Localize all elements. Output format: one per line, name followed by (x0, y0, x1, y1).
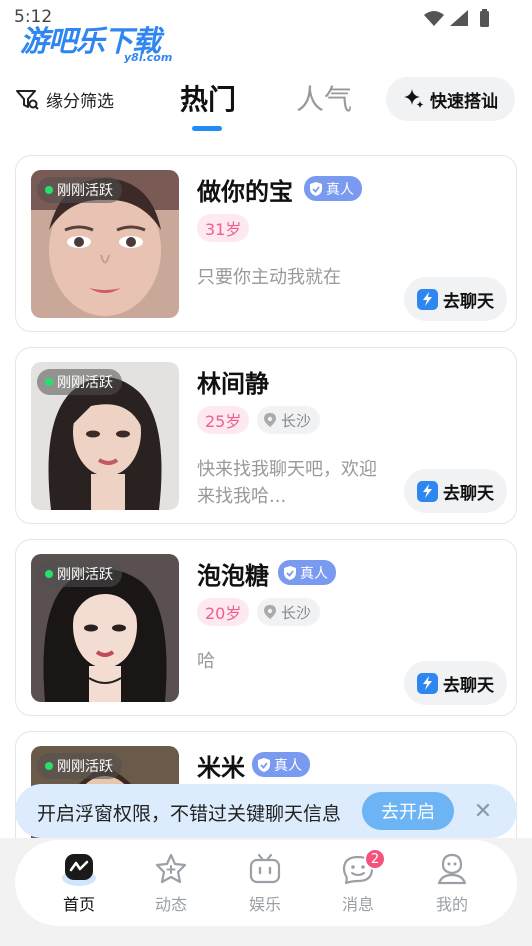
nav-item-feed[interactable]: 动态 (136, 852, 206, 918)
go-chat-button[interactable]: 去聊天 (404, 277, 507, 321)
shield-icon (258, 757, 270, 772)
active-status-badge: 刚刚活跃 (37, 561, 122, 587)
nav-label-home: 首页 (62, 895, 95, 914)
tab-popular[interactable]: 人气 (296, 78, 352, 118)
quick-chat-label: 快速搭讪 (430, 91, 498, 112)
online-dot (45, 378, 53, 386)
watermark-sub: y8l.com (124, 51, 173, 64)
user-card[interactable]: 刚刚活跃 做你的宝 真人 31岁 只要你主动我就在 去聊天 (15, 155, 517, 332)
online-dot (45, 570, 53, 578)
nav-item-home[interactable]: 首页 (44, 852, 114, 918)
age-badge: 20岁 (197, 598, 250, 626)
enable-button[interactable]: 去开启 (362, 792, 454, 830)
active-status-badge: 刚刚活跃 (37, 369, 122, 395)
tv-icon (247, 852, 283, 886)
verified-badge: 真人 (304, 176, 362, 201)
user-card[interactable]: 刚刚活跃 泡泡糖 真人 20岁 长沙 哈 去聊天 (15, 539, 517, 716)
age-badge: 31岁 (197, 214, 250, 242)
filter-button[interactable]: 缘分筛选 (14, 84, 114, 114)
user-photo: 刚刚活跃 (31, 362, 179, 510)
user-photo: 刚刚活跃 (31, 170, 179, 318)
nav-item-messages[interactable]: 2 消息 (323, 848, 393, 918)
active-status-badge: 刚刚活跃 (37, 753, 122, 779)
sparkle-icon (404, 89, 424, 108)
lightning-chat-icon (417, 288, 438, 310)
nav-item-entertainment[interactable]: 娱乐 (230, 852, 300, 918)
city-badge: 长沙 (257, 406, 321, 434)
user-photo: 刚刚活跃 (31, 554, 179, 702)
signal-battery-icon (424, 9, 489, 27)
nav-label-feed: 动态 (154, 895, 187, 914)
active-status-label: 刚刚活跃 (57, 759, 113, 775)
top-nav: 缘分筛选 热门 人气 快速搭讪 (0, 70, 532, 134)
verified-badge: 真人 (278, 560, 336, 585)
city-badge: 长沙 (257, 598, 321, 626)
status-icons (422, 8, 492, 32)
quick-chat-button[interactable]: 快速搭讪 (386, 77, 515, 121)
online-dot (45, 186, 53, 194)
nav-item-profile[interactable]: 我的 (417, 852, 487, 918)
user-bio: 哈 (197, 651, 215, 672)
nav-label-messages: 消息 (341, 895, 374, 914)
go-chat-label: 去聊天 (443, 675, 494, 696)
user-name: 林间静 (197, 370, 269, 398)
filter-label: 缘分筛选 (46, 91, 114, 112)
user-bio: 只要你主动我就在 (197, 267, 341, 288)
home-icon (61, 852, 97, 886)
star-icon (153, 852, 189, 886)
active-status-label: 刚刚活跃 (57, 567, 113, 583)
filter-icon (16, 90, 39, 110)
bottom-nav: 首页 动态 娱乐 2 消息 我的 (15, 840, 517, 926)
lightning-chat-icon (417, 672, 438, 694)
go-chat-button[interactable]: 去聊天 (404, 661, 507, 705)
go-chat-label: 去聊天 (443, 483, 494, 504)
tab-indicator (192, 126, 222, 131)
user-name: 做你的宝 (197, 178, 293, 206)
chat-face-icon: 2 (340, 848, 386, 886)
verified-badge: 真人 (252, 752, 310, 777)
city-label: 长沙 (281, 603, 312, 622)
active-status-badge: 刚刚活跃 (37, 177, 122, 203)
close-icon[interactable]: ✕ (468, 796, 498, 826)
location-pin-icon (264, 413, 276, 427)
age-badge: 25岁 (197, 406, 250, 434)
active-status-label: 刚刚活跃 (57, 183, 113, 199)
active-status-label: 刚刚活跃 (57, 375, 113, 391)
nav-label-profile: 我的 (435, 895, 468, 914)
user-card[interactable]: 刚刚活跃 林间静 25岁 长沙 快来找我聊天吧，欢迎来找我哈... 去聊天 (15, 347, 517, 524)
tab-hot[interactable]: 热门 (180, 78, 236, 118)
user-name: 米米 (197, 754, 245, 782)
go-chat-label: 去聊天 (443, 291, 494, 312)
banner-text: 开启浮窗权限，不错过关键聊天信息 (37, 803, 342, 825)
watermark-logo: 游吧乐下载 y8l.com (20, 18, 190, 66)
float-permission-banner: 开启浮窗权限，不错过关键聊天信息 去开启 ✕ (15, 784, 517, 838)
shield-icon (284, 565, 296, 580)
user-name: 泡泡糖 (197, 562, 269, 590)
city-label: 长沙 (281, 411, 312, 430)
go-chat-button[interactable]: 去聊天 (404, 469, 507, 513)
verified-label: 真人 (326, 181, 354, 198)
online-dot (45, 762, 53, 770)
shield-icon (310, 181, 322, 196)
user-bio: 快来找我聊天吧，欢迎来找我哈... (197, 459, 377, 507)
verified-label: 真人 (274, 757, 302, 774)
nav-label-entertainment: 娱乐 (248, 895, 281, 914)
unread-badge: 2 (364, 848, 386, 870)
lightning-chat-icon (417, 480, 438, 502)
verified-label: 真人 (300, 565, 328, 582)
location-pin-icon (264, 605, 276, 619)
user-icon (434, 852, 470, 886)
